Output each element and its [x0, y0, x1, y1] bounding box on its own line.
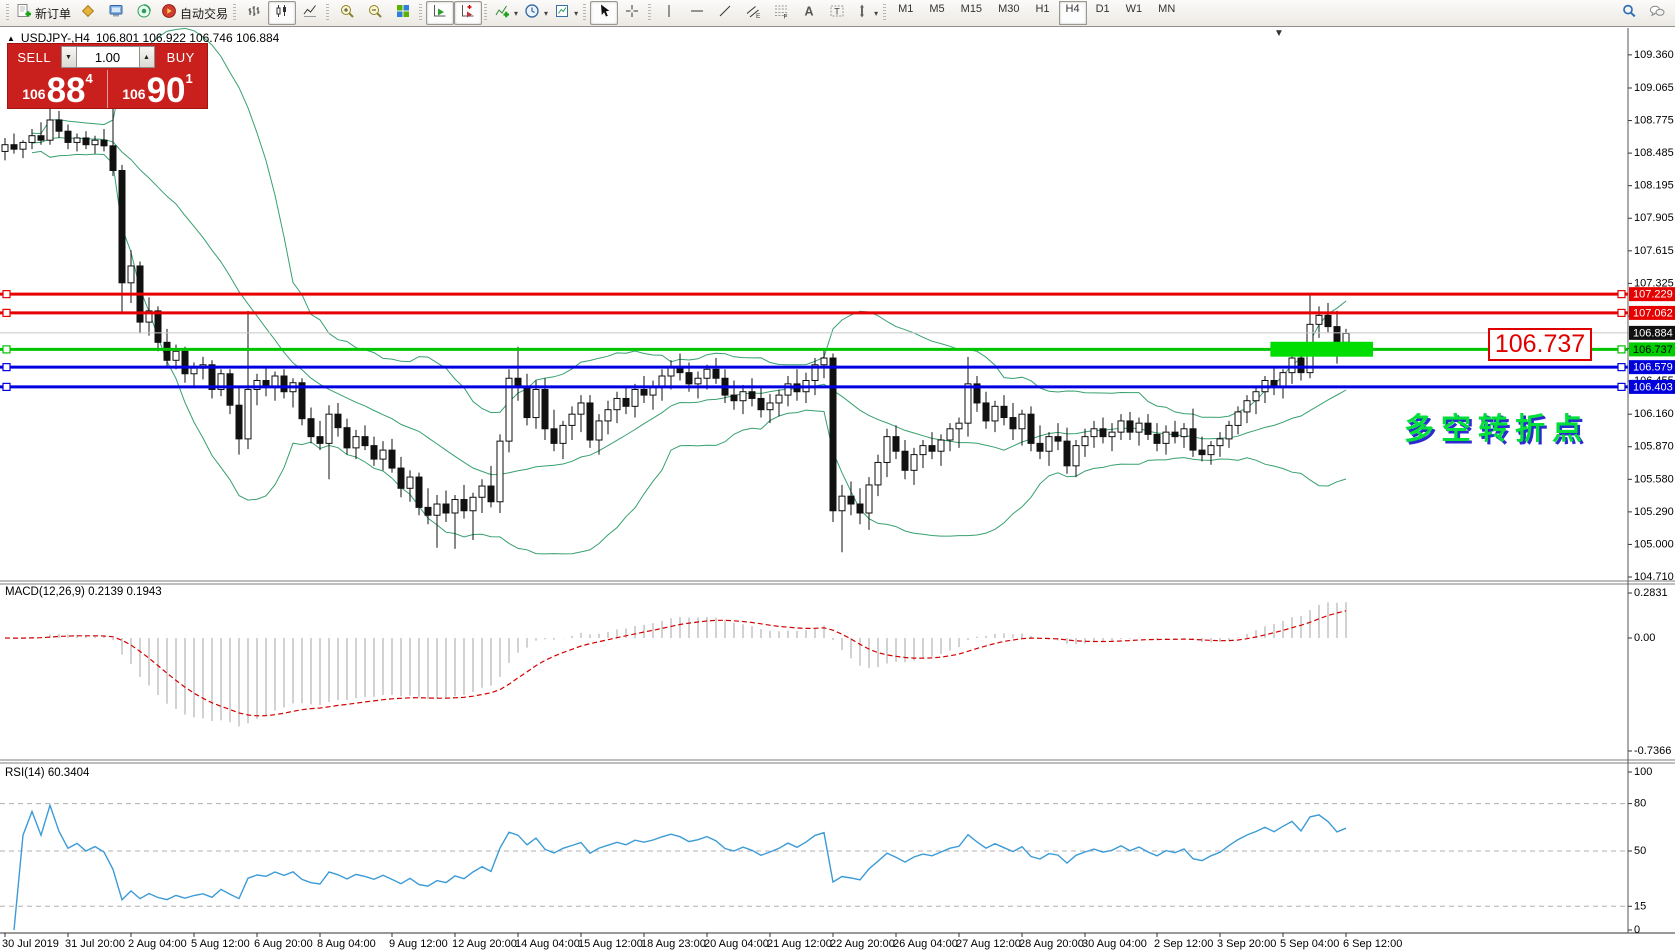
svg-text:31 Jul 20:00: 31 Jul 20:00: [65, 938, 125, 950]
svg-text:105.290: 105.290: [1634, 506, 1674, 518]
chart-shift-marker-icon[interactable]: ▼: [1274, 28, 1284, 39]
svg-text:0: 0: [1634, 924, 1640, 936]
svg-text:27 Aug 12:00: 27 Aug 12:00: [956, 938, 1021, 950]
svg-text:106.403: 106.403: [1633, 381, 1673, 393]
rsi-panel: [0, 804, 1628, 930]
one-click-trading-panel: SELL ▼ ▲ BUY 106 88 4 106 90 1: [8, 44, 207, 108]
svg-text:-0.7366: -0.7366: [1634, 745, 1671, 757]
svg-text:107.905: 107.905: [1634, 212, 1674, 224]
macd-indicator-label: MACD(12,26,9) 0.2139 0.1943: [5, 586, 162, 598]
svg-text:108.485: 108.485: [1634, 147, 1674, 159]
buy-button[interactable]: BUY: [155, 50, 208, 65]
line-endpoint-handle[interactable]: [1618, 364, 1625, 371]
svg-text:109.065: 109.065: [1634, 82, 1674, 94]
chart-title: ▲ USDJPY-,H4 106.801 106.922 106.746 106…: [7, 31, 279, 45]
svg-text:108.775: 108.775: [1634, 115, 1674, 127]
line-endpoint-handle[interactable]: [3, 346, 10, 353]
buy-price-big: 90: [147, 76, 186, 105]
svg-text:107.615: 107.615: [1634, 245, 1674, 257]
svg-text:5 Aug 12:00: 5 Aug 12:00: [191, 938, 250, 950]
svg-text:0.2831: 0.2831: [1634, 587, 1668, 599]
svg-text:8 Aug 04:00: 8 Aug 04:00: [317, 938, 376, 950]
volume-decrease-button[interactable]: ▼: [61, 46, 77, 68]
macd-signal-line: [5, 611, 1346, 716]
sell-price-big: 88: [47, 76, 86, 105]
svg-text:26 Aug 04:00: 26 Aug 04:00: [893, 938, 958, 950]
svg-text:106.884: 106.884: [1633, 327, 1673, 339]
buy-price-prefix: 106: [122, 86, 145, 102]
sell-price[interactable]: 106 88 4: [8, 70, 107, 108]
line-endpoint-handle[interactable]: [3, 309, 10, 316]
line-endpoint-handle[interactable]: [1618, 383, 1625, 390]
svg-text:18 Aug 23:00: 18 Aug 23:00: [641, 938, 706, 950]
chart-symbol-period: USDJPY-,H4: [21, 31, 90, 45]
line-endpoint-handle[interactable]: [1618, 309, 1625, 316]
svg-text:22 Aug 20:00: 22 Aug 20:00: [830, 938, 895, 950]
svg-text:80: 80: [1634, 798, 1646, 810]
volume-increase-button[interactable]: ▲: [139, 46, 155, 68]
sell-price-sup: 4: [86, 71, 93, 86]
svg-text:105.580: 105.580: [1634, 473, 1674, 485]
mt4-window: 新订单自动交易▾▾▾EFAT▾M1M5M15M30H1H4D1W1MN 109.…: [0, 0, 1675, 951]
svg-text:9 Aug 12:00: 9 Aug 12:00: [389, 938, 448, 950]
sell-price-prefix: 106: [22, 86, 45, 102]
svg-text:5 Sep 04:00: 5 Sep 04:00: [1280, 938, 1339, 950]
line-endpoint-handle[interactable]: [1618, 291, 1625, 298]
rsi-indicator-label: RSI(14) 60.3404: [5, 767, 89, 779]
svg-text:2 Aug 04:00: 2 Aug 04:00: [128, 938, 187, 950]
turning-point-annotation[interactable]: 多空转折点: [1404, 404, 1589, 448]
line-endpoint-handle[interactable]: [3, 291, 10, 298]
bollinger-lower-band: [32, 151, 1346, 554]
svg-text:106.737: 106.737: [1633, 344, 1673, 356]
sell-button[interactable]: SELL: [8, 50, 61, 65]
svg-text:15: 15: [1634, 900, 1646, 912]
chart-canvas[interactable]: 109.360 109.065 108.775 108.485 108.195 107.9…: [0, 0, 1675, 951]
rsi-line: [14, 805, 1346, 930]
line-endpoint-handle[interactable]: [3, 383, 10, 390]
svg-text:108.195: 108.195: [1634, 180, 1674, 192]
chart-ohlc-values: 106.801 106.922 106.746 106.884: [96, 31, 280, 45]
macd-panel: [5, 602, 1346, 726]
buy-price[interactable]: 106 90 1: [108, 70, 207, 108]
svg-text:50: 50: [1634, 845, 1646, 857]
svg-text:100: 100: [1634, 766, 1652, 778]
svg-text:107.229: 107.229: [1633, 289, 1673, 301]
turning-zone-rectangle[interactable]: [1270, 342, 1373, 357]
svg-text:30 Aug 04:00: 30 Aug 04:00: [1082, 938, 1147, 950]
svg-text:20 Aug 04:00: 20 Aug 04:00: [704, 938, 769, 950]
svg-text:21 Aug 12:00: 21 Aug 12:00: [767, 938, 832, 950]
svg-text:6 Sep 12:00: 6 Sep 12:00: [1343, 938, 1402, 950]
buy-price-sup: 1: [186, 71, 193, 86]
svg-text:28 Aug 20:00: 28 Aug 20:00: [1019, 938, 1084, 950]
time-axis: 30 Jul 2019 31 Jul 20:002 Aug 04:00 5 Aug …: [2, 933, 1402, 950]
svg-text:106.579: 106.579: [1633, 362, 1673, 374]
svg-text:14 Aug 04:00: 14 Aug 04:00: [515, 938, 580, 950]
volume-input[interactable]: [77, 46, 139, 68]
svg-text:0.00: 0.00: [1634, 632, 1655, 644]
price-axis: 109.360 109.065 108.775 108.485 108.195 107.9…: [1628, 49, 1675, 583]
svg-text:104.710: 104.710: [1634, 571, 1674, 583]
support-price-label[interactable]: 106.737: [1488, 328, 1592, 361]
svg-text:3 Sep 20:00: 3 Sep 20:00: [1217, 938, 1276, 950]
collapse-arrow-icon[interactable]: ▲: [7, 34, 15, 43]
svg-text:2 Sep 12:00: 2 Sep 12:00: [1154, 938, 1213, 950]
svg-text:6 Aug 20:00: 6 Aug 20:00: [254, 938, 313, 950]
candles-layer: [2, 109, 1349, 553]
svg-text:109.360: 109.360: [1634, 49, 1674, 61]
bollinger-upper-band: [32, 28, 1346, 417]
svg-text:105.000: 105.000: [1634, 538, 1674, 550]
svg-text:106.160: 106.160: [1634, 408, 1674, 420]
svg-text:15 Aug 12:00: 15 Aug 12:00: [578, 938, 643, 950]
line-endpoint-handle[interactable]: [3, 364, 10, 371]
svg-text:30 Jul 2019: 30 Jul 2019: [2, 938, 59, 950]
line-endpoint-handle[interactable]: [1618, 346, 1625, 353]
svg-text:12 Aug 20:00: 12 Aug 20:00: [452, 938, 517, 950]
svg-text:107.062: 107.062: [1633, 307, 1673, 319]
svg-text:105.870: 105.870: [1634, 441, 1674, 453]
